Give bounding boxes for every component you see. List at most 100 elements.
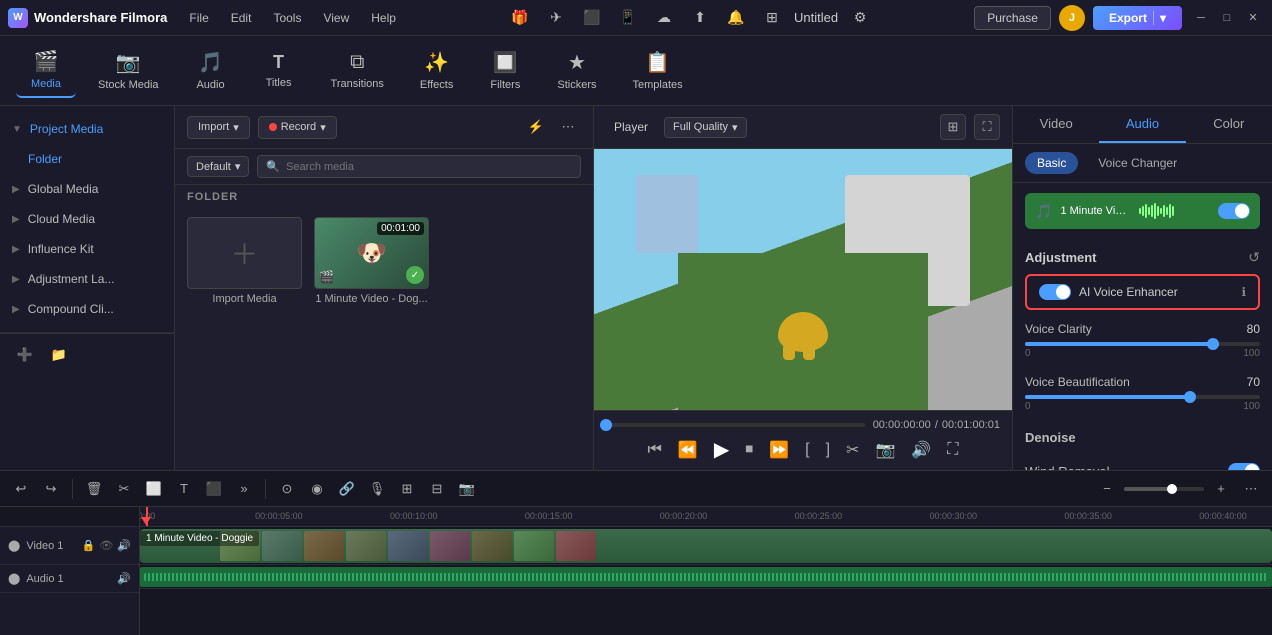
clip-thumb[interactable]: 🐶 00:01:00 🎬 ✓ <box>314 217 429 289</box>
fullscreen-icon[interactable]: ⛶ <box>974 114 1000 140</box>
cut-icon[interactable]: ✂ <box>111 476 137 502</box>
close-button[interactable]: ✕ <box>1242 7 1264 29</box>
playhead[interactable] <box>146 507 148 526</box>
mic-icon[interactable]: 🎙 <box>364 476 390 502</box>
delete-icon[interactable]: 🗑 <box>81 476 107 502</box>
tool-transitions[interactable]: ⧉ Transitions <box>317 45 398 96</box>
ripple-icon[interactable]: ⊙ <box>274 476 300 502</box>
export-button[interactable]: Export ▾ <box>1093 6 1182 30</box>
zoom-slider[interactable] <box>1124 487 1204 491</box>
tool-templates[interactable]: 📋 Templates <box>618 44 696 97</box>
tool-effects[interactable]: ✨ Effects <box>406 44 467 97</box>
progress-thumb[interactable] <box>600 419 612 431</box>
menu-edit[interactable]: Edit <box>221 7 262 29</box>
cloud-icon[interactable]: ☁ <box>650 4 678 32</box>
add-track-icon[interactable]: ➕ <box>12 342 38 368</box>
gift-icon[interactable]: 🎁 <box>506 4 534 32</box>
audio-track[interactable] <box>140 565 1272 589</box>
search-box[interactable]: 🔍 <box>257 155 581 178</box>
voice-beautification-slider[interactable] <box>1025 395 1260 399</box>
stop-icon[interactable]: ⏹ <box>745 441 753 459</box>
menu-file[interactable]: File <box>179 7 218 29</box>
more-timeline-icon[interactable]: ⋯ <box>1238 476 1264 502</box>
share-icon[interactable]: ✈ <box>542 4 570 32</box>
voice-clarity-slider[interactable] <box>1025 342 1260 346</box>
default-sort-button[interactable]: Default ▾ <box>187 156 249 177</box>
user-avatar[interactable]: J <box>1059 5 1085 31</box>
tool-titles[interactable]: T Titles <box>249 46 309 95</box>
more-tools-icon[interactable]: » <box>231 476 257 502</box>
folder-icon[interactable]: 📁 <box>46 342 72 368</box>
mark-out-icon[interactable]: ] <box>826 441 830 459</box>
info-icon[interactable]: ℹ <box>1241 285 1246 299</box>
tool-stock-media[interactable]: 📷 Stock Media <box>84 44 173 97</box>
tab-video[interactable]: Video <box>1013 106 1099 143</box>
frame-forward-icon[interactable]: ⏩ <box>769 440 789 460</box>
merge-icon[interactable]: ⊟ <box>424 476 450 502</box>
bell-icon[interactable]: 🔔 <box>722 4 750 32</box>
sidebar-item-compound[interactable]: ▶ Compound Cli... <box>0 294 174 324</box>
mark-in-icon[interactable]: [ <box>805 441 809 459</box>
link-icon[interactable]: 🔗 <box>334 476 360 502</box>
audio-speaker-icon[interactable]: 🔊 <box>117 572 131 585</box>
reset-icon[interactable]: ↺ <box>1248 249 1260 266</box>
split-track-icon[interactable]: ⊞ <box>394 476 420 502</box>
tab-color[interactable]: Color <box>1186 106 1272 143</box>
maximize-button[interactable]: □ <box>1216 7 1238 29</box>
trim-icon[interactable]: ⬜ <box>141 476 167 502</box>
sidebar-item-cloud-media[interactable]: ▶ Cloud Media <box>0 204 174 234</box>
sidebar-item-global-media[interactable]: ▶ Global Media <box>0 174 174 204</box>
split-icon[interactable]: ✂ <box>846 440 859 460</box>
volume-icon[interactable]: 🔊 <box>911 440 931 460</box>
more-options-icon[interactable]: ⋯ <box>555 114 581 140</box>
wind-removal-toggle[interactable] <box>1228 463 1260 470</box>
fullscreen2-icon[interactable]: ⛶ <box>947 441 958 459</box>
quality-selector[interactable]: Full Quality ▾ <box>664 117 747 138</box>
multicam-icon[interactable]: 📷 <box>454 476 480 502</box>
menu-tools[interactable]: Tools <box>263 7 311 29</box>
crop-icon[interactable]: ⬛ <box>201 476 227 502</box>
tool-stickers[interactable]: ★ Stickers <box>543 44 610 97</box>
redo-icon[interactable]: ↪ <box>38 476 64 502</box>
minimize-button[interactable]: ─ <box>1190 7 1212 29</box>
timeline-tracks[interactable]: 00:00 00:00:05:00 00:00:10:00 00:00:15:0… <box>140 507 1272 635</box>
grid-icon[interactable]: ⊞ <box>758 4 786 32</box>
import-media-thumb[interactable]: ＋ <box>187 217 302 289</box>
lock-icon[interactable]: 🔒 <box>82 539 96 552</box>
tool-filters[interactable]: 🔲 Filters <box>475 44 535 97</box>
snapshot-icon[interactable]: 📷 <box>875 440 895 460</box>
upload-icon[interactable]: ⬆ <box>686 4 714 32</box>
audio-clip-track[interactable] <box>140 567 1272 587</box>
tab-basic[interactable]: Basic <box>1025 152 1078 174</box>
sidebar-item-project-media[interactable]: ▼ Project Media <box>0 114 174 144</box>
search-input[interactable] <box>286 161 572 173</box>
import-button[interactable]: Import ▾ <box>187 116 250 139</box>
sidebar-item-adjustment[interactable]: ▶ Adjustment La... <box>0 264 174 294</box>
frame-back-icon[interactable]: ⏪ <box>678 440 698 460</box>
grid-view-icon[interactable]: ⊞ <box>940 114 966 140</box>
skip-back-icon[interactable]: ⏮ <box>647 441 661 459</box>
zoom-in-icon[interactable]: + <box>1208 476 1234 502</box>
undo-icon[interactable]: ↩ <box>8 476 34 502</box>
menu-help[interactable]: Help <box>361 7 406 29</box>
record-icon[interactable]: ⬛ <box>578 4 606 32</box>
snap-icon[interactable]: ◉ <box>304 476 330 502</box>
video-clip[interactable]: 1 Minute Video - Doggie <box>140 529 1272 563</box>
progress-track[interactable] <box>606 423 865 427</box>
tool-audio[interactable]: 🎵 Audio <box>181 44 241 97</box>
filter-icon[interactable]: ⚡ <box>523 114 549 140</box>
export-caret[interactable]: ▾ <box>1153 11 1166 25</box>
ai-enhancer-toggle[interactable] <box>1039 284 1071 300</box>
text-icon[interactable]: T <box>171 476 197 502</box>
phone-icon[interactable]: 📱 <box>614 4 642 32</box>
list-item[interactable]: 🐶 00:01:00 🎬 ✓ 1 Minute Video - Dog... <box>314 217 429 305</box>
clip-toggle[interactable] <box>1218 203 1250 219</box>
speaker-icon[interactable]: 🔊 <box>117 539 131 552</box>
tab-voice-changer[interactable]: Voice Changer <box>1086 152 1189 174</box>
tool-media[interactable]: 🎬 Media <box>16 43 76 98</box>
menu-view[interactable]: View <box>313 7 359 29</box>
list-item[interactable]: ＋ Import Media <box>187 217 302 305</box>
play-button[interactable]: ▶ <box>714 437 729 462</box>
sidebar-item-folder[interactable]: Folder <box>0 144 174 174</box>
tab-audio[interactable]: Audio <box>1099 106 1185 143</box>
